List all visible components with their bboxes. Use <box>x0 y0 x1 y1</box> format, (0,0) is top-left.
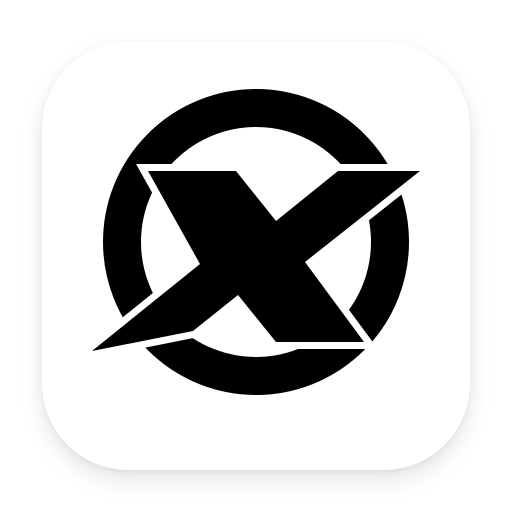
screen <box>0 0 512 512</box>
app-icon-tile[interactable] <box>42 42 470 470</box>
